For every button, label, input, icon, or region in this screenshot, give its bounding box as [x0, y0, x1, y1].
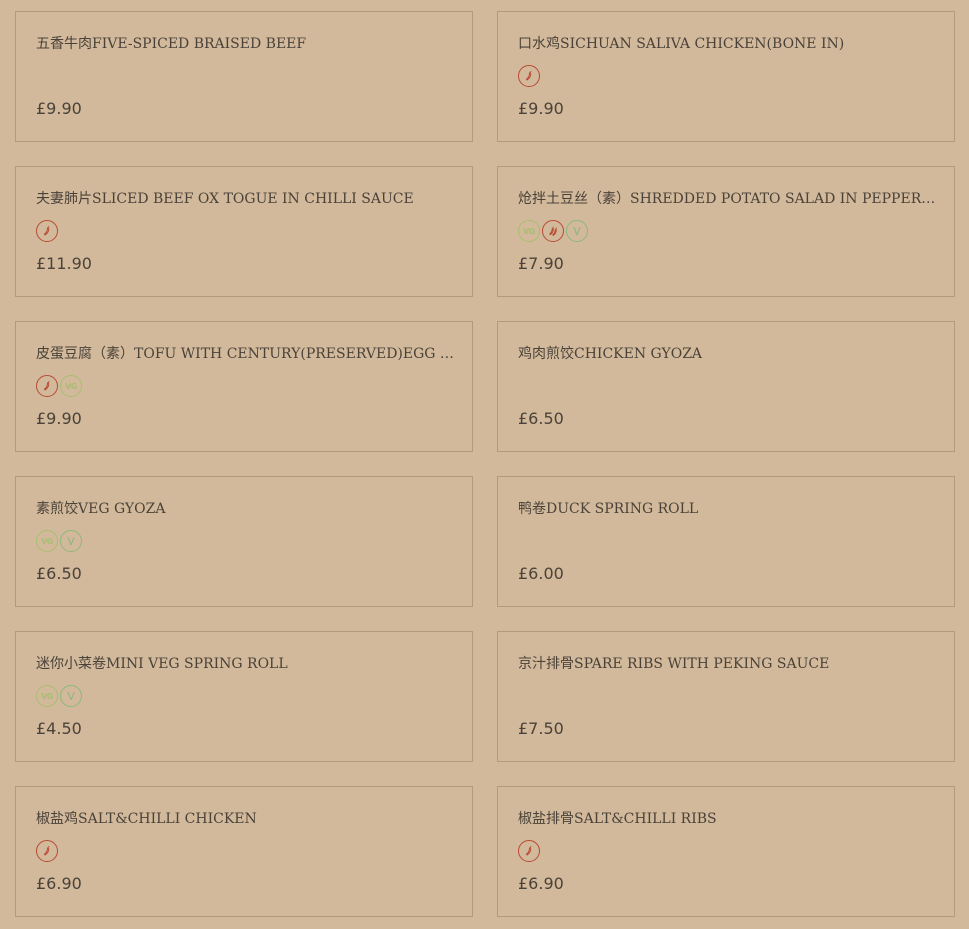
- dish-name: 口水鸡SICHUAN SALIVA CHICKEN(BONE IN): [518, 36, 845, 52]
- dish-price: £9.90: [518, 99, 564, 118]
- chilli-icon: [36, 840, 58, 862]
- dish-name: 五香牛肉FIVE-SPICED BRAISED BEEF: [36, 36, 307, 52]
- menu-item-card[interactable]: 皮蛋豆腐（素）TOFU WITH CENTURY(PRESERVED)EGG S…: [15, 321, 473, 452]
- menu-item-card[interactable]: 鸡肉煎饺CHICKEN GYOZA £6.50: [497, 321, 955, 452]
- vegetarian-icon: V: [566, 220, 588, 242]
- dish-name: 椒盐排骨SALT&CHILLI RIBS: [518, 811, 717, 827]
- dish-name: 椒盐鸡SALT&CHILLI CHICKEN: [36, 811, 257, 827]
- vegan-icon: VG: [60, 375, 82, 397]
- menu-item-card[interactable]: 鸭卷DUCK SPRING ROLL £6.00: [497, 476, 955, 607]
- dietary-badges: VG V: [36, 530, 82, 554]
- menu-item-card[interactable]: 口水鸡SICHUAN SALIVA CHICKEN(BONE IN) £9.90: [497, 11, 955, 142]
- dish-price: £7.90: [518, 254, 564, 273]
- dietary-badges: [518, 65, 540, 89]
- vegan-icon: VG: [518, 220, 540, 242]
- dish-price: £6.00: [518, 564, 564, 583]
- vegan-icon: VG: [36, 685, 58, 707]
- chilli-icon: [36, 375, 58, 397]
- dietary-badges: [36, 220, 58, 244]
- menu-item-card[interactable]: 夫妻肺片SLICED BEEF OX TOGUE IN CHILLI SAUCE…: [15, 166, 473, 297]
- dietary-badges: [518, 840, 540, 864]
- dish-name: 鸭卷DUCK SPRING ROLL: [518, 501, 699, 517]
- menu-item-card[interactable]: 炝拌土豆丝（素）SHREDDED POTATO SALAD IN PEPPERC…: [497, 166, 955, 297]
- double-chilli-icon: [542, 220, 564, 242]
- vegetarian-icon: V: [60, 685, 82, 707]
- vegan-icon: VG: [36, 530, 58, 552]
- dietary-badges: VG: [36, 375, 82, 399]
- dietary-badges: [36, 840, 58, 864]
- menu-item-card[interactable]: 椒盐鸡SALT&CHILLI CHICKEN £6.90: [15, 786, 473, 917]
- dietary-badges: VG V: [518, 220, 588, 244]
- dish-name: 皮蛋豆腐（素）TOFU WITH CENTURY(PRESERVED)EGG S…: [36, 346, 454, 362]
- chilli-icon: [36, 220, 58, 242]
- vegetarian-icon: V: [60, 530, 82, 552]
- dish-name: 鸡肉煎饺CHICKEN GYOZA: [518, 346, 703, 362]
- dietary-badges: VG V: [36, 685, 82, 709]
- chilli-icon: [518, 840, 540, 862]
- dish-price: £9.90: [36, 99, 82, 118]
- dish-price: £7.50: [518, 719, 564, 738]
- dish-price: £6.50: [518, 409, 564, 428]
- dish-price: £6.90: [36, 874, 82, 893]
- dish-name: 夫妻肺片SLICED BEEF OX TOGUE IN CHILLI SAUCE: [36, 191, 414, 207]
- dish-name: 炝拌土豆丝（素）SHREDDED POTATO SALAD IN PEPPERC…: [518, 191, 936, 207]
- menu-item-card[interactable]: 迷你小菜卷MINI VEG SPRING ROLL VG V £4.50: [15, 631, 473, 762]
- chilli-icon: [518, 65, 540, 87]
- dish-name: 京汁排骨SPARE RIBS WITH PEKING SAUCE: [518, 656, 830, 672]
- dish-name: 素煎饺VEG GYOZA: [36, 501, 166, 517]
- menu-item-card[interactable]: 椒盐排骨SALT&CHILLI RIBS £6.90: [497, 786, 955, 917]
- dish-price: £6.50: [36, 564, 82, 583]
- menu-item-card[interactable]: 京汁排骨SPARE RIBS WITH PEKING SAUCE £7.50: [497, 631, 955, 762]
- dish-price: £6.90: [518, 874, 564, 893]
- dish-price: £4.50: [36, 719, 82, 738]
- menu-grid: 五香牛肉FIVE-SPICED BRAISED BEEF £9.90 口水鸡SICH…: [15, 11, 955, 917]
- dish-name: 迷你小菜卷MINI VEG SPRING ROLL: [36, 656, 288, 672]
- menu-item-card[interactable]: 素煎饺VEG GYOZA VG V £6.50: [15, 476, 473, 607]
- dish-price: £11.90: [36, 254, 92, 273]
- dish-price: £9.90: [36, 409, 82, 428]
- menu-item-card[interactable]: 五香牛肉FIVE-SPICED BRAISED BEEF £9.90: [15, 11, 473, 142]
